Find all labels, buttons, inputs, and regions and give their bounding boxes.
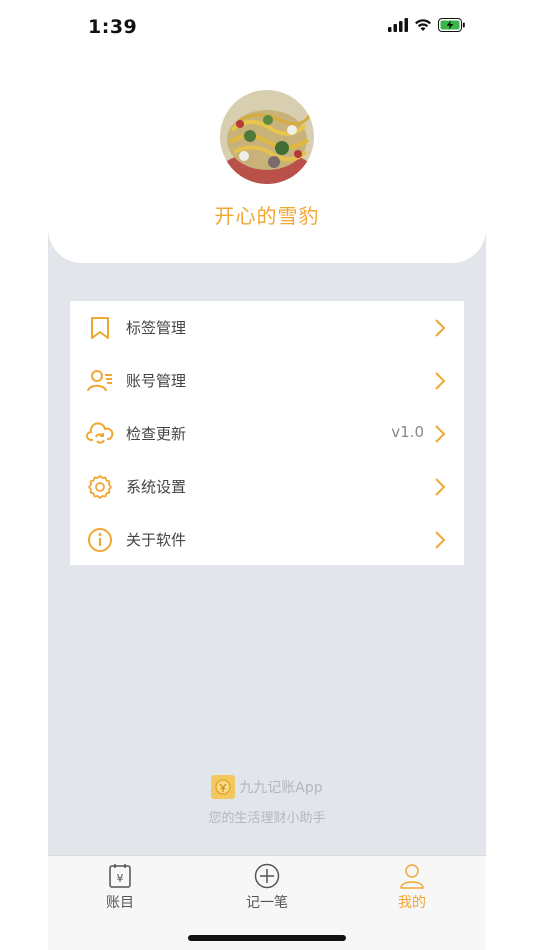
- menu-item-label: 系统设置: [126, 478, 187, 496]
- chevron-right-icon: [435, 372, 446, 390]
- menu-item-system-settings[interactable]: 系统设置: [70, 460, 464, 513]
- main-content: 开心的雪豹 标签管理 账号管理 检查更新 v1.0 系统设置 关于软件 九九记账…: [48, 56, 486, 856]
- status-time: 1:39: [88, 16, 138, 38]
- cellular-signal-icon: [388, 18, 408, 32]
- status-bar: 1:39: [0, 0, 534, 56]
- add-circle-icon: [254, 863, 280, 889]
- chevron-right-icon: [435, 425, 446, 443]
- chevron-right-icon: [435, 531, 446, 549]
- menu-item-about[interactable]: 关于软件: [70, 513, 464, 566]
- chevron-right-icon: [435, 478, 446, 496]
- menu-item-label: 账号管理: [126, 372, 187, 390]
- menu-item-label: 检查更新: [126, 425, 187, 443]
- home-indicator[interactable]: [188, 935, 346, 941]
- tab-label: 账目: [106, 895, 134, 911]
- info-icon: [88, 528, 112, 552]
- menu-item-tags[interactable]: 标签管理: [70, 301, 464, 354]
- gear-icon: [88, 475, 112, 499]
- menu-item-label: 关于软件: [126, 531, 187, 549]
- status-icons: [388, 18, 466, 32]
- cloud-sync-icon: [86, 422, 114, 444]
- tab-mine[interactable]: 我的: [372, 862, 452, 918]
- menu-item-check-update[interactable]: 检查更新 v1.0: [70, 407, 464, 460]
- tab-label: 记一笔: [246, 895, 288, 911]
- nickname[interactable]: 开心的雪豹: [48, 200, 486, 229]
- menu-item-accounts[interactable]: 账号管理: [70, 354, 464, 407]
- avatar[interactable]: [220, 90, 314, 184]
- settings-menu: 标签管理 账号管理 检查更新 v1.0 系统设置 关于软件: [70, 301, 464, 565]
- menu-item-label: 标签管理: [126, 319, 187, 337]
- chevron-right-icon: [435, 319, 446, 337]
- footer-brand: 九九记账App: [48, 772, 486, 802]
- profile-card: 开心的雪豹: [48, 56, 486, 263]
- avatar-image: [220, 90, 314, 184]
- user-list-icon: [87, 370, 112, 392]
- bookmark-icon: [91, 317, 109, 339]
- ledger-icon: ¥: [109, 864, 131, 888]
- tab-ledger[interactable]: ¥ 账目: [80, 862, 160, 918]
- person-icon: [400, 864, 424, 889]
- wifi-icon: [415, 19, 431, 31]
- app-name: 九九记账App: [239, 780, 323, 796]
- app-logo-icon: [211, 775, 236, 799]
- version-value: v1.0: [391, 423, 424, 441]
- svg-text:¥: ¥: [117, 872, 124, 885]
- tab-add-record[interactable]: 记一笔: [227, 862, 307, 918]
- app-slogan: 您的生活理财小助手: [208, 811, 326, 826]
- tab-label: 我的: [398, 895, 426, 911]
- battery-charging-icon: [438, 18, 465, 32]
